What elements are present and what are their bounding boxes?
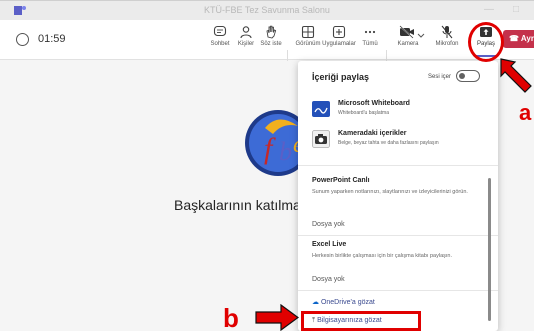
toggle-knob <box>459 73 465 79</box>
title-bar: KTÜ-FBE Tez Savunma Salonu — □ <box>0 0 534 20</box>
whiteboard-subtitle: Whiteboard'u başlatma <box>338 110 389 116</box>
add-app-icon <box>332 25 346 39</box>
panel-title: İçeriği paylaş <box>312 72 370 82</box>
leave-label: Ayrıl <box>520 34 534 43</box>
chat-icon <box>213 25 227 37</box>
more-icon <box>364 30 376 34</box>
meeting-toolbar: 01:59 Sohbet Kişiler Söz iste Görünüm Uy… <box>0 20 534 70</box>
cloud-icon: ☁ <box>312 299 319 306</box>
maximize-button[interactable]: □ <box>513 4 519 15</box>
raise-hand-button[interactable]: Söz iste <box>253 23 289 57</box>
more-label: Tümü <box>362 41 378 47</box>
more-button[interactable]: Tümü <box>352 23 388 57</box>
waiting-message: Başkalarının katılma <box>174 197 301 213</box>
mic-off-icon <box>441 25 453 39</box>
annotation-box-b <box>301 311 421 331</box>
chevron-down-icon <box>417 33 425 38</box>
camera-icon <box>312 130 330 148</box>
excel-empty: Dosya yok <box>312 276 345 283</box>
onedrive-label: OneDrive'a gözat <box>320 299 375 306</box>
annotation-arrow-a <box>500 58 532 93</box>
svg-text:b: b <box>279 137 292 166</box>
panel-divider <box>298 235 498 236</box>
annotation-letter-b: b <box>223 303 239 331</box>
camera-content-option[interactable]: Kameradaki içerikler Belge, beyaz tahta … <box>312 130 492 152</box>
mic-label: Mikrofon <box>435 41 459 47</box>
people-icon <box>240 26 252 39</box>
panel-divider <box>298 290 498 291</box>
annotation-letter-a: a <box>519 100 532 125</box>
powerpoint-empty: Dosya yok <box>312 221 345 228</box>
camera-content-subtitle: Belge, beyaz tahta ve daha fazlasını pay… <box>338 140 439 146</box>
leave-button[interactable]: ☎ Ayrıl <box>503 30 534 48</box>
mic-button[interactable]: Mikrofon <box>429 23 465 57</box>
meeting-timer: 01:59 <box>38 33 66 45</box>
include-sound-toggle[interactable] <box>456 70 480 82</box>
share-content-panel: İçeriği paylaş Sesi içer Microsoft White… <box>298 61 498 331</box>
whiteboard-icon <box>312 101 330 117</box>
panel-scrollbar[interactable] <box>488 178 491 321</box>
powerpoint-section-title: PowerPoint Canlı <box>312 177 370 184</box>
shield-icon <box>16 33 29 46</box>
excel-section-desc: Herkesin birlikte çalışması için bir çal… <box>312 253 452 259</box>
whiteboard-title: Microsoft Whiteboard <box>338 100 410 107</box>
panel-divider <box>298 165 498 166</box>
whiteboard-option[interactable]: Microsoft Whiteboard Whiteboard'u başlat… <box>312 100 492 122</box>
include-sound-label: Sesi içer <box>428 74 452 80</box>
minimize-button[interactable]: — <box>484 4 494 15</box>
camera-options-button[interactable] <box>415 23 427 57</box>
phone-hangup-icon: ☎ <box>509 34 519 43</box>
excel-section-title: Excel Live <box>312 241 347 248</box>
window-title: KTÜ-FBE Tez Savunma Salonu <box>204 5 330 15</box>
hand-icon <box>266 25 277 39</box>
powerpoint-section-desc: Sunum yaparken notlarınızı, slaytlarınız… <box>312 189 468 195</box>
onedrive-browse-link[interactable]: ☁ OneDrive'a gözat <box>312 298 375 306</box>
raise-hand-label: Söz iste <box>260 41 282 47</box>
camera-content-title: Kameradaki içerikler <box>338 130 407 137</box>
grid-icon <box>301 25 315 39</box>
annotation-arrow-b <box>255 304 299 331</box>
